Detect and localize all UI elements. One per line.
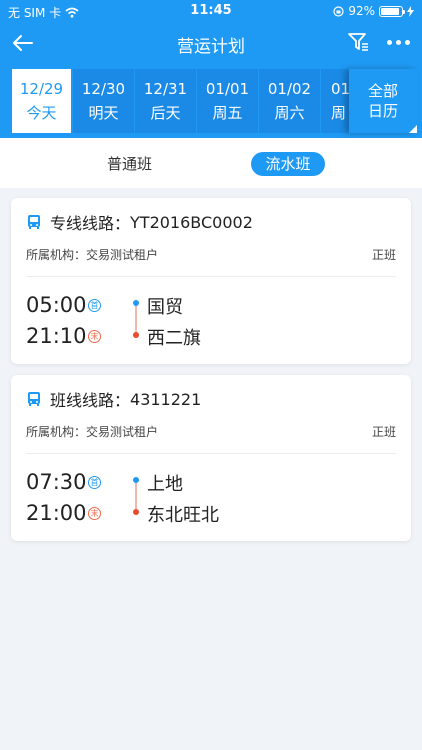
date-item-1[interactable]: 12/30 明天	[73, 69, 134, 133]
divider	[26, 453, 396, 454]
tab-normal-shift[interactable]: 普通班	[107, 152, 152, 176]
org-label: 所属机构：	[26, 248, 87, 262]
route-card[interactable]: 专线线路： YT2016BC0002 所属机构：交易测试租户 正班 05:00 …	[11, 198, 411, 364]
date-label: 12/30	[81, 80, 126, 98]
last-bus-tag: 末	[88, 507, 101, 520]
date-label: 12/31	[143, 80, 188, 98]
all-calendar-button[interactable]: 全部 日历	[349, 69, 417, 133]
date-item-0[interactable]: 12/29 今天	[10, 69, 71, 133]
header: 无 SIM 卡 11:45 92% 营运计划 12/29 今天 12/30 明天…	[0, 0, 422, 138]
org-label: 所属机构：	[26, 425, 87, 439]
nav-bar: 营运计划	[0, 22, 422, 66]
day-label: 明天	[88, 104, 119, 122]
corner-triangle-icon	[409, 125, 417, 133]
battery-level	[381, 7, 400, 15]
date-item-2[interactable]: 12/31 后天	[135, 69, 196, 133]
start-time: 05:00	[26, 293, 87, 317]
org-name: 交易测试租户	[86, 248, 159, 262]
day-label: 今天	[26, 104, 57, 122]
route-card[interactable]: 班线线路： 4311221 所属机构：交易测试租户 正班 07:30 首 21:…	[11, 375, 411, 541]
from-station: 上地	[147, 474, 183, 495]
date-item-4[interactable]: 01/02 周六	[259, 69, 320, 133]
status-bar: 无 SIM 卡 11:45 92%	[0, 0, 422, 22]
battery-percent: 92%	[348, 4, 375, 18]
start-time: 07:30	[26, 470, 87, 494]
route-line	[135, 483, 137, 509]
route-code: 4311221	[130, 389, 202, 409]
orientation-lock-icon	[333, 5, 344, 17]
charging-icon	[407, 5, 414, 17]
route-label: 专线线路：	[50, 214, 131, 233]
day-label: 周五	[212, 104, 243, 122]
calendar-button-line1: 全部	[367, 82, 398, 100]
battery-icon	[379, 5, 405, 17]
shift-type-tabs: 普通班 流水班	[0, 138, 422, 188]
bus-icon	[28, 215, 40, 229]
shift-type: 正班	[371, 248, 396, 262]
date-label: 01/01	[205, 80, 250, 98]
day-label: 后天	[150, 104, 181, 122]
route-label: 班线线路：	[50, 391, 131, 410]
date-label: 01/02	[267, 80, 312, 98]
calendar-button-line2: 日历	[367, 102, 398, 120]
first-bus-tag: 首	[88, 299, 101, 312]
to-station: 西二旗	[147, 328, 201, 349]
day-label: 周六	[274, 104, 305, 122]
route-line	[135, 306, 137, 332]
filter-icon[interactable]	[346, 30, 370, 54]
tab-flow-shift[interactable]: 流水班	[251, 152, 325, 176]
end-time: 21:10	[26, 324, 87, 348]
first-bus-tag: 首	[88, 476, 101, 489]
to-station: 东北旺北	[147, 505, 219, 526]
end-dot	[133, 332, 139, 338]
shift-type: 正班	[371, 425, 396, 439]
from-station: 国贸	[147, 297, 183, 318]
date-item-3[interactable]: 01/01 周五	[197, 69, 258, 133]
last-bus-tag: 末	[88, 330, 101, 343]
bus-icon	[28, 392, 40, 406]
org-name: 交易测试租户	[86, 425, 159, 439]
end-time: 21:00	[26, 501, 87, 525]
more-icon[interactable]	[384, 30, 412, 54]
date-label: 12/29	[19, 80, 64, 98]
end-dot	[133, 509, 139, 515]
divider	[26, 276, 396, 277]
route-code: YT2016BC0002	[130, 212, 253, 232]
